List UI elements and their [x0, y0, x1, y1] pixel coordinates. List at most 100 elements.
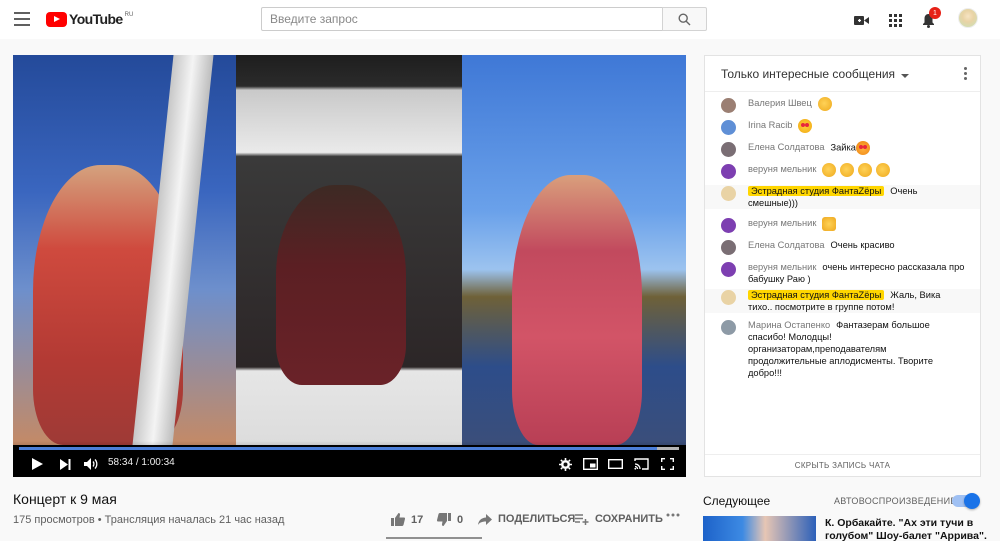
video-frame-right: [462, 55, 686, 445]
next-video-title[interactable]: К. Орбакайте. "Ах эти тучи в голубом" Шо…: [825, 517, 990, 541]
share-button[interactable]: ПОДЕЛИТЬСЯ: [478, 513, 575, 525]
volume-icon: [83, 458, 97, 470]
fullscreen-button[interactable]: [658, 455, 676, 473]
chat-header: Только интересные сообщения: [705, 56, 980, 92]
singer-figure: [276, 185, 406, 385]
chat-avatar: [721, 120, 736, 135]
hand-emoji-icon: [817, 97, 832, 111]
chat-avatar: [721, 98, 736, 113]
search-button[interactable]: [662, 7, 707, 31]
chat-message-body: Irina Racib: [748, 119, 966, 133]
chat-message-body: веруня мельник: [748, 163, 966, 177]
more-horizontal-icon: [666, 513, 680, 517]
create-video-button[interactable]: [852, 9, 870, 31]
chat-author: веруня мельник: [748, 262, 817, 272]
caret-down-icon: [901, 73, 910, 78]
hide-chat-button[interactable]: СКРЫТЬ ЗАПИСЬ ЧАТА: [705, 454, 980, 476]
skip-next-icon: [59, 458, 70, 470]
chat-avatar: [721, 142, 736, 157]
logo-text: YouTube: [69, 11, 123, 27]
up-next-heading: Следующее: [703, 494, 771, 508]
miniplayer-button[interactable]: [581, 455, 599, 473]
apps-button[interactable]: [886, 9, 904, 31]
miniplayer-icon: [582, 458, 598, 470]
play-button[interactable]: [29, 455, 45, 473]
chat-message[interactable]: Елена Солдатова Зайка: [705, 141, 980, 157]
chat-message[interactable]: Эстрадная студия ФантаZёры Жаль, Вика тих…: [705, 289, 980, 313]
chat-text: Зайка: [830, 142, 856, 153]
chat-message[interactable]: Валерия Швец: [705, 97, 980, 113]
chat-avatar: [721, 164, 736, 179]
meta-separator: •: [97, 514, 102, 526]
share-label: ПОДЕЛИТЬСЯ: [498, 513, 576, 525]
chat-message-body: Валерия Швец: [748, 97, 966, 111]
chat-more-button[interactable]: [964, 67, 968, 82]
time-display: 58:34 / 1:00:34: [108, 457, 175, 468]
search-input[interactable]: Введите запрос: [261, 7, 663, 31]
chat-message[interactable]: Irina Racib: [705, 119, 980, 135]
save-button[interactable]: СОХРАНИТЬ: [575, 513, 663, 525]
chat-message[interactable]: Марина Остапенко Фантазерам большое спаси…: [705, 319, 980, 379]
chat-avatar: [721, 320, 736, 335]
chat-message[interactable]: Елена Солдатова Очень красиво: [705, 239, 980, 255]
hand-emoji-icon: [840, 163, 855, 177]
hand-emoji-icon: [858, 163, 873, 177]
chat-message-body: Елена Солдатова Очень красиво: [748, 239, 966, 251]
time-separator: /: [135, 457, 139, 468]
cast-button[interactable]: [632, 455, 650, 473]
chat-message-body: Марина Остапенко Фантазерам большое спаси…: [748, 319, 966, 379]
thumbs-up-icon: [391, 513, 405, 526]
chat-author: Irina Racib: [748, 120, 793, 131]
youtube-play-icon: [46, 11, 67, 27]
next-video-thumbnail[interactable]: [703, 516, 816, 541]
chat-filter-dropdown[interactable]: Только интересные сообщения: [721, 67, 910, 81]
volume-button[interactable]: [81, 455, 101, 473]
gear-icon: [558, 457, 572, 471]
chat-author: веруня мельник: [748, 218, 817, 229]
search-icon: [678, 12, 691, 25]
share-icon: [478, 513, 492, 525]
chat-avatar: [721, 240, 736, 255]
progress-bar[interactable]: [19, 447, 679, 450]
chat-author: Валерия Швец: [748, 98, 812, 109]
playlist-add-icon: [575, 513, 589, 525]
chat-message[interactable]: Эстрадная студия ФантаZёры Очень смешные)…: [705, 185, 980, 209]
account-avatar[interactable]: [958, 8, 978, 28]
time-current: 58:34: [108, 457, 134, 468]
singer-figure: [512, 175, 642, 445]
fullscreen-icon: [660, 458, 674, 470]
chat-avatar: [721, 218, 736, 233]
video-player[interactable]: 58:34 / 1:00:34: [13, 55, 686, 477]
chat-message[interactable]: веруня мельник очень интересно рассказала…: [705, 261, 980, 285]
notification-badge: 1: [929, 7, 941, 19]
progress-played: [19, 447, 658, 450]
hand-emoji-icon: [822, 163, 837, 177]
logo-region: RU: [124, 12, 134, 18]
top-bar: YouTube RU Введите запрос 1: [0, 0, 1000, 39]
chat-message[interactable]: веруня мельник: [705, 163, 980, 179]
like-count: 17: [411, 513, 424, 526]
next-button[interactable]: [57, 455, 73, 473]
chat-avatar: [721, 262, 736, 277]
chat-message[interactable]: веруня мельник: [705, 217, 980, 233]
dislike-button[interactable]: 0: [437, 513, 463, 526]
video-frame-left: [13, 55, 236, 445]
cat-emoji-icon: [855, 141, 870, 155]
menu-icon[interactable]: [14, 12, 30, 26]
cast-icon: [633, 458, 649, 470]
hide-chat-label: СКРЫТЬ ЗАПИСЬ ЧАТА: [794, 461, 891, 470]
chat-author: веруня мельник: [748, 164, 817, 175]
settings-button[interactable]: [557, 455, 573, 473]
live-chat-panel: Только интересные сообщения Валерия Швец…: [704, 55, 981, 477]
more-actions-button[interactable]: [666, 513, 680, 517]
youtube-logo[interactable]: YouTube RU: [46, 11, 133, 27]
autoplay-toggle[interactable]: [952, 493, 980, 509]
chat-message-body: веруня мельник очень интересно рассказала…: [748, 261, 966, 285]
view-count: 175 просмотров: [13, 514, 95, 526]
chat-text: Очень красиво: [830, 240, 895, 250]
like-button[interactable]: 17: [391, 513, 423, 526]
video-meta: 175 просмотров • Трансляция началась 21 …: [13, 514, 284, 526]
play-icon: [31, 458, 43, 470]
chat-author: Эстрадная студия ФантаZёры: [748, 186, 885, 196]
theater-mode-button[interactable]: [606, 455, 624, 473]
